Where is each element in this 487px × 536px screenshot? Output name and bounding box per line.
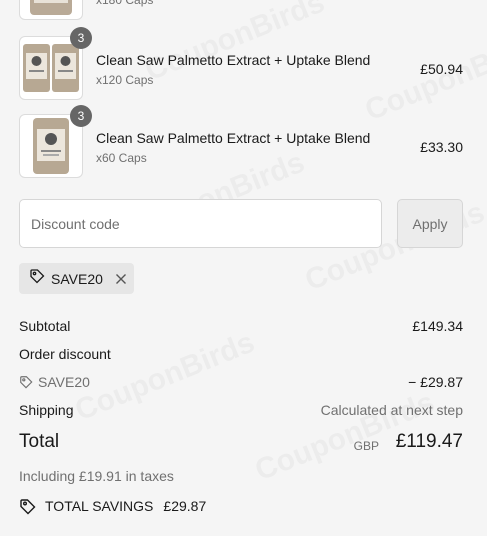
total-value: £119.47 — [395, 431, 463, 452]
quantity-badge: 3 — [70, 105, 92, 127]
shipping-value: Calculated at next step — [320, 402, 463, 418]
discount-code-value: − £29.87 — [408, 374, 463, 390]
apply-button[interactable]: Apply — [397, 199, 463, 248]
item-name: Clean Saw Palmetto Extract + Uptake Blen… — [96, 52, 371, 68]
item-name: Clean Saw Palmetto Extract + Uptake Blen… — [96, 130, 371, 146]
discount-code-label: SAVE20 — [38, 374, 90, 390]
watermark: CouponBirds — [71, 326, 260, 429]
applied-discount-chip: SAVE20 — [19, 263, 134, 294]
subtotal-label: Subtotal — [19, 318, 71, 334]
product-thumbnail: 3 — [19, 105, 92, 178]
total-savings: TOTAL SAVINGS £29.87 — [19, 497, 206, 515]
savings-tag-icon — [19, 497, 37, 515]
subtotal-value: £149.34 — [412, 318, 463, 334]
product-image-icon — [33, 118, 69, 174]
tag-icon — [29, 268, 45, 289]
item-price: £33.30 — [420, 139, 463, 155]
shipping-label: Shipping — [19, 402, 74, 418]
product-thumbnail: 3 — [19, 27, 92, 100]
line-item: 3 Clean Saw Palmetto Extract + Uptake Bl… — [19, 105, 463, 178]
line-item: x180 Caps — [19, 0, 463, 20]
taxes-note-text: Including £19.91 in taxes — [19, 468, 174, 484]
quantity-badge: 3 — [70, 27, 92, 49]
total-row: Total GBP £119.47 — [19, 431, 463, 457]
discount-code-input[interactable] — [19, 199, 382, 248]
total-label: Total — [19, 431, 60, 452]
product-image-icon — [23, 44, 79, 92]
product-thumbnail — [19, 0, 83, 20]
item-price: £50.94 — [420, 61, 463, 77]
currency-code: GBP — [353, 439, 379, 453]
discount-code-entry: SAVE20 — [19, 374, 90, 390]
item-variant: x120 Caps — [96, 73, 154, 87]
savings-label: TOTAL SAVINGS — [45, 498, 154, 514]
item-variant: x60 Caps — [96, 151, 147, 165]
applied-code-label: SAVE20 — [51, 270, 103, 287]
line-item: 3 Clean Saw Palmetto Extract + Uptake Bl… — [19, 27, 463, 100]
tag-icon — [19, 375, 33, 389]
order-discount-label: Order discount — [19, 346, 111, 362]
remove-discount-icon[interactable] — [115, 273, 127, 285]
item-variant: x180 Caps — [96, 0, 154, 7]
savings-value: £29.87 — [163, 498, 207, 514]
